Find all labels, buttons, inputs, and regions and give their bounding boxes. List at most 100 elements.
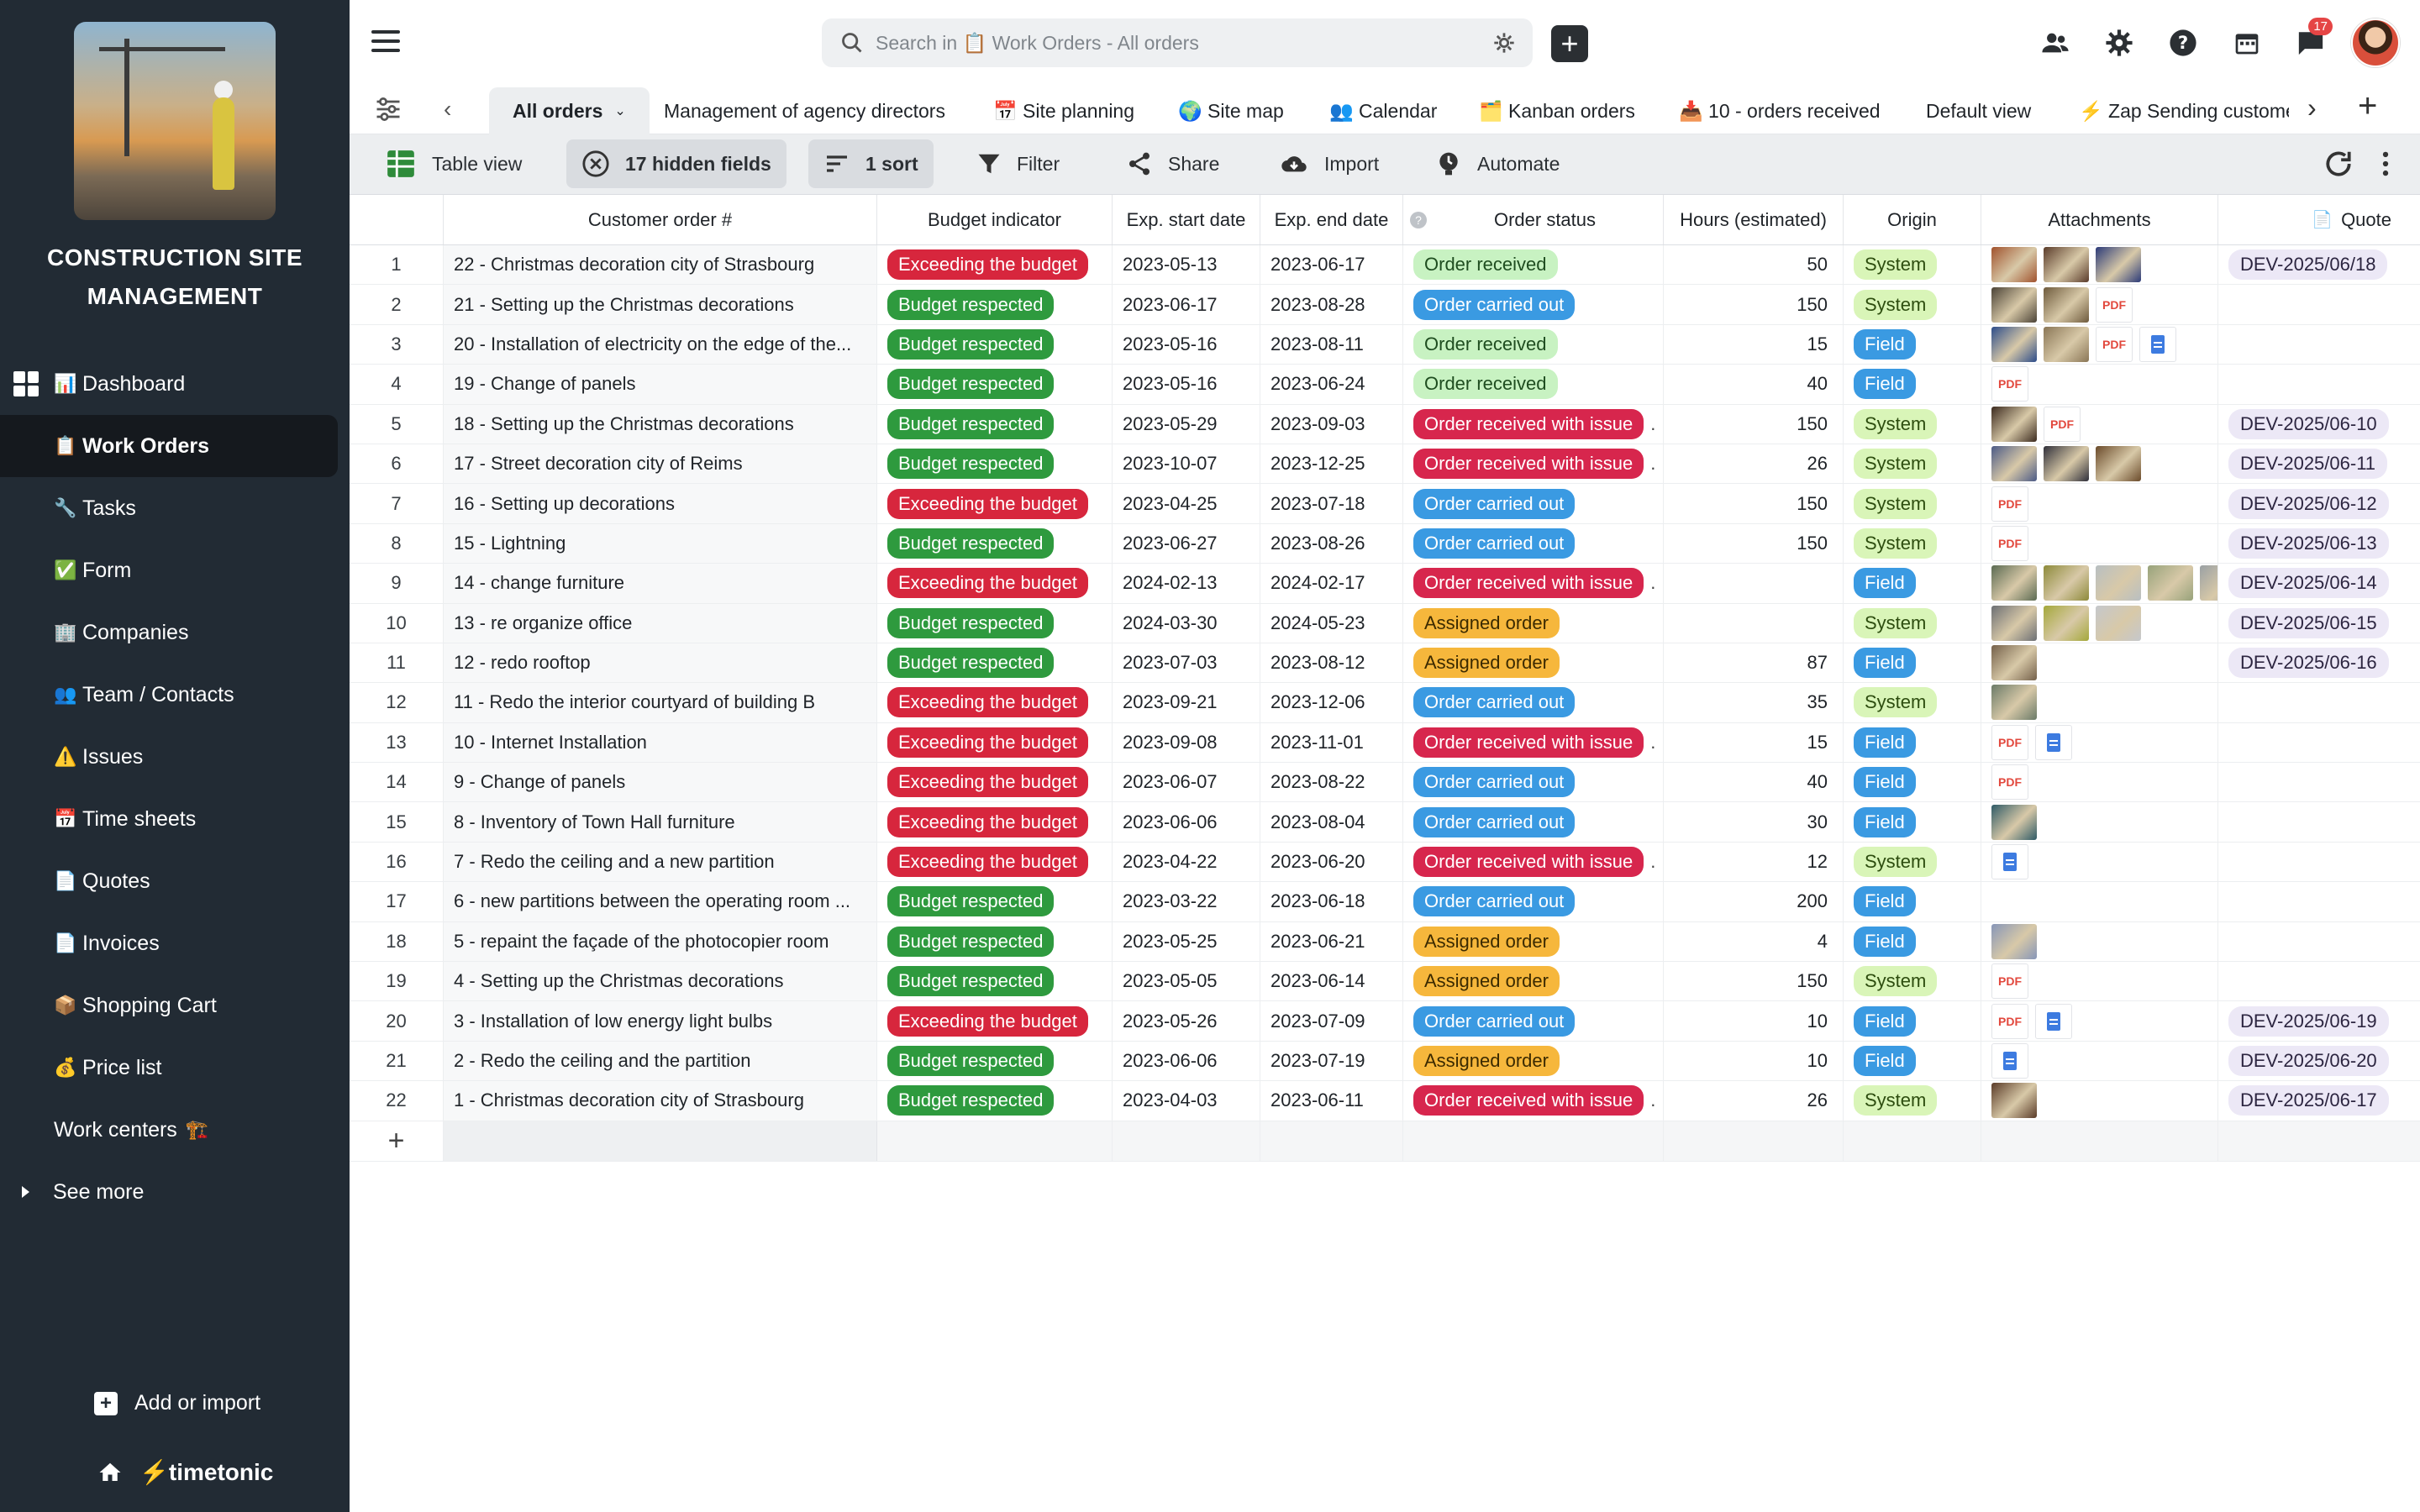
attachments-cell[interactable] (1981, 1041, 2218, 1081)
budget-indicator-cell[interactable]: Exceeding the budget (877, 722, 1113, 763)
budget-indicator-cell[interactable]: Budget respected (877, 444, 1113, 484)
budget-indicator-cell[interactable]: Budget respected (877, 643, 1113, 683)
start-date-cell[interactable]: 2023-03-22 (1113, 882, 1260, 921)
attachments-cell[interactable]: PDF (1981, 763, 2218, 802)
table-view-button[interactable]: Table view (370, 139, 537, 188)
budget-indicator-cell[interactable]: Exceeding the budget (877, 484, 1113, 523)
hours-cell[interactable]: 200 (1664, 882, 1844, 921)
start-date-cell[interactable]: 2023-04-25 (1113, 484, 1260, 523)
budget-indicator-cell[interactable]: Exceeding the budget (877, 683, 1113, 722)
origin-cell[interactable]: System (1844, 603, 1981, 643)
image-thumbnail[interactable] (2096, 565, 2141, 601)
order-status-cell[interactable]: Assigned order (1403, 603, 1664, 643)
origin-cell[interactable]: Field (1844, 882, 1981, 921)
attachments-cell[interactable] (1981, 842, 2218, 882)
attachments-cell[interactable] (1981, 921, 2218, 962)
attachments-cell[interactable] (1981, 564, 2218, 603)
hours-cell[interactable]: 26 (1664, 1081, 1844, 1121)
attachments-cell[interactable]: PDF (1981, 722, 2218, 763)
hours-cell[interactable]: 150 (1664, 962, 1844, 1001)
hours-cell[interactable]: 15 (1664, 722, 1844, 763)
start-date-cell[interactable]: 2023-05-05 (1113, 962, 1260, 1001)
pdf-file-icon[interactable]: PDF (1991, 724, 2028, 760)
attachments-cell[interactable] (1981, 882, 2218, 921)
budget-indicator-cell[interactable]: Exceeding the budget (877, 245, 1113, 285)
hours-cell[interactable]: 150 (1664, 523, 1844, 564)
order-status-cell[interactable]: Order carried out (1403, 484, 1664, 523)
start-date-cell[interactable]: 2023-09-08 (1113, 722, 1260, 763)
customer-order-cell[interactable]: 20 - Installation of electricity on the … (444, 324, 877, 365)
image-thumbnail[interactable] (2148, 565, 2193, 601)
customer-order-cell[interactable]: 19 - Change of panels (444, 365, 877, 404)
column-header-hours[interactable]: Hours (estimated) (1664, 195, 1844, 244)
quote-chip[interactable]: DEV-2025/06-20 (2228, 1046, 2389, 1076)
quote-cell[interactable] (2218, 325, 2420, 364)
budget-indicator-cell[interactable]: Budget respected (877, 523, 1113, 564)
sidebar-item-work-orders[interactable]: 📋 Work Orders (0, 415, 338, 477)
quote-chip[interactable]: DEV-2025/06-11 (2228, 449, 2388, 480)
customer-order-cell[interactable]: 12 - redo rooftop (444, 643, 877, 683)
origin-cell[interactable]: System (1844, 285, 1981, 324)
origin-cell[interactable]: Field (1844, 802, 1981, 842)
start-date-cell[interactable]: 2023-06-06 (1113, 802, 1260, 842)
hidden-fields-button[interactable]: 17 hidden fields (566, 139, 786, 188)
budget-indicator-cell[interactable]: Budget respected (877, 324, 1113, 365)
tab-management-of-agency-directors[interactable]: Management of agency directors (664, 87, 945, 134)
quote-cell[interactable] (2218, 843, 2420, 881)
order-status-cell[interactable]: Order carried out (1403, 285, 1664, 324)
refresh-icon[interactable] (2323, 148, 2354, 180)
start-date-cell[interactable]: 2023-06-07 (1113, 763, 1260, 802)
import-button[interactable]: Import (1264, 139, 1394, 188)
origin-cell[interactable]: System (1844, 1081, 1981, 1121)
budget-indicator-cell[interactable]: Exceeding the budget (877, 802, 1113, 842)
origin-cell[interactable]: System (1844, 404, 1981, 444)
add-row-icon[interactable]: + (350, 1121, 444, 1161)
quote-cell[interactable]: DEV-2025/06-17 (2218, 1081, 2420, 1120)
order-status-cell[interactable]: Assigned order (1403, 1041, 1664, 1081)
hours-cell[interactable]: 4 (1664, 921, 1844, 962)
budget-indicator-cell[interactable]: Budget respected (877, 603, 1113, 643)
sidebar-item-invoices[interactable]: 📄 Invoices (0, 912, 350, 974)
sidebar-item-tasks[interactable]: 🔧 Tasks (0, 477, 350, 539)
attachments-cell[interactable]: PDF (1981, 962, 2218, 1001)
image-thumbnail[interactable] (2096, 247, 2141, 283)
customer-order-cell[interactable]: 18 - Setting up the Christmas decoration… (444, 404, 877, 444)
quote-chip[interactable]: DEV-2025/06-17 (2228, 1085, 2389, 1116)
end-date-cell[interactable]: 2023-08-04 (1260, 802, 1403, 842)
budget-indicator-cell[interactable]: Budget respected (877, 1041, 1113, 1081)
customer-order-cell[interactable]: 22 - Christmas decoration city of Strasb… (444, 245, 877, 285)
view-settings-icon[interactable] (373, 94, 403, 124)
google-doc-icon[interactable] (1991, 844, 2028, 880)
start-date-cell[interactable]: 2024-02-13 (1113, 564, 1260, 603)
settings-icon[interactable] (2096, 19, 2143, 66)
table-row[interactable]: 21 2 - Redo the ceiling and the partition… (350, 1041, 2420, 1082)
quote-cell[interactable] (2218, 802, 2420, 841)
end-date-cell[interactable]: 2023-08-26 (1260, 523, 1403, 564)
order-status-cell[interactable]: Order carried out (1403, 1001, 1664, 1041)
start-date-cell[interactable]: 2024-03-30 (1113, 603, 1260, 643)
sidebar-item-form[interactable]: ✅ Form (0, 539, 350, 601)
image-thumbnail[interactable] (1991, 605, 2037, 641)
customer-order-cell[interactable]: 14 - change furniture (444, 564, 877, 603)
quote-cell[interactable]: DEV-2025/06-15 (2218, 604, 2420, 643)
budget-indicator-cell[interactable]: Budget respected (877, 365, 1113, 404)
order-status-cell[interactable]: Order received with issue. (1403, 1081, 1664, 1121)
image-thumbnail[interactable] (2044, 565, 2089, 601)
start-date-cell[interactable]: 2023-05-13 (1113, 245, 1260, 285)
attachments-cell[interactable] (1981, 802, 2218, 842)
hours-cell[interactable]: 26 (1664, 444, 1844, 484)
sidebar-item-quotes[interactable]: 📄 Quotes (0, 850, 350, 912)
start-date-cell[interactable]: 2023-06-17 (1113, 285, 1260, 324)
order-status-cell[interactable]: Order carried out (1403, 882, 1664, 921)
customer-order-cell[interactable]: 17 - Street decoration city of Reims (444, 444, 877, 484)
order-status-cell[interactable]: Order received (1403, 245, 1664, 285)
column-header-order-status[interactable]: ? Order status (1403, 195, 1664, 244)
order-status-cell[interactable]: Order carried out (1403, 523, 1664, 564)
hours-cell[interactable]: 15 (1664, 324, 1844, 365)
sidebar-item-issues[interactable]: ⚠️ Issues (0, 726, 350, 788)
column-header-end-date[interactable]: Exp. end date (1260, 195, 1403, 244)
column-header-origin[interactable]: Origin (1844, 195, 1981, 244)
google-doc-icon[interactable] (1991, 1043, 2028, 1079)
image-thumbnail[interactable] (2044, 286, 2089, 323)
customer-order-cell[interactable]: 6 - new partitions between the operating… (444, 882, 877, 921)
